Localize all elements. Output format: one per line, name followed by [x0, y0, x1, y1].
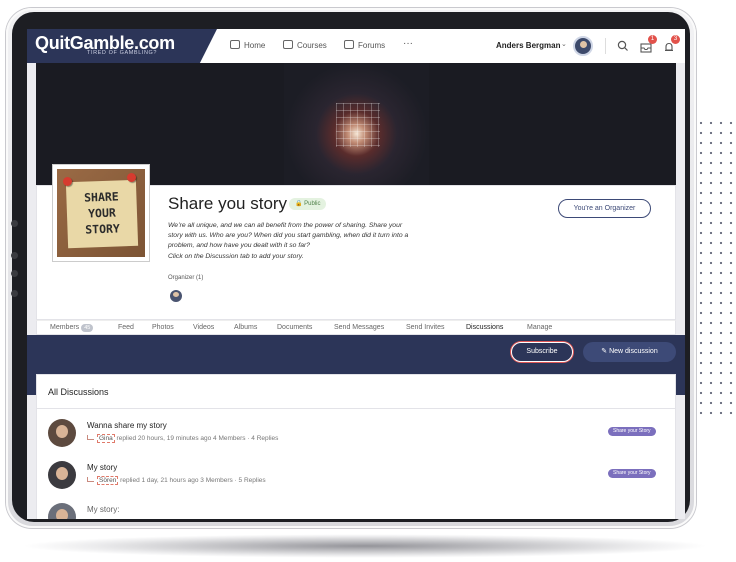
side-button-icon — [11, 220, 18, 227]
user-name[interactable]: Anders Bergman — [496, 41, 560, 50]
tab-videos[interactable]: Videos — [193, 324, 214, 331]
note-paper: SHARE YOUR STORY — [65, 179, 139, 249]
reply-icon — [87, 435, 94, 440]
home-icon — [230, 40, 240, 49]
tab-send-messages[interactable]: Send Messages — [334, 324, 384, 331]
chevron-down-icon[interactable]: ⌄ — [561, 40, 567, 48]
device-shadow — [20, 534, 710, 558]
discussions-header: All Discussions — [36, 374, 676, 409]
discussion-title[interactable]: Wanna share my story — [87, 421, 167, 430]
discussion-item[interactable]: Wanna share my story Gina replied 20 hou… — [37, 415, 677, 457]
description-line: story with us. Who are you? When did you… — [168, 232, 409, 240]
edit-icon: ✎ — [601, 348, 610, 355]
discussion-list: Wanna share my story Gina replied 20 hou… — [36, 409, 676, 519]
description-line: We’re all unique, and we can all benefit… — [168, 222, 403, 229]
notifications-button[interactable]: 3 — [663, 35, 680, 51]
discussion-title[interactable]: My story — [87, 463, 117, 472]
tab-manage[interactable]: Manage — [527, 324, 552, 331]
discussion-tag[interactable]: Share your Story — [608, 469, 656, 478]
tab-documents[interactable]: Documents — [277, 324, 312, 331]
discussion-title[interactable]: My story: — [87, 505, 119, 514]
tab-members[interactable]: Members 45 — [50, 324, 94, 332]
logo-area[interactable]: QuitGamble.com TIRED OF GAMBLING? — [27, 29, 217, 63]
side-button-icon — [11, 290, 18, 297]
tab-albums[interactable]: Albums — [234, 324, 257, 331]
tab-feed[interactable]: Feed — [118, 324, 134, 331]
reply-author[interactable]: Gina — [97, 434, 115, 443]
new-discussion-label: New discussion — [609, 348, 658, 355]
reply-details: replied 1 day, 21 hours ago 3 Members · … — [120, 477, 266, 484]
reply-author[interactable]: Sören — [97, 476, 119, 485]
nav-home-label: Home — [244, 41, 266, 50]
new-discussion-button[interactable]: ✎ New discussion — [583, 342, 676, 362]
organizer-button[interactable]: You're an Organizer — [558, 199, 651, 218]
site-header: QuitGamble.com TIRED OF GAMBLING? Home C… — [27, 29, 685, 63]
search-icon[interactable] — [617, 40, 629, 51]
courses-icon — [283, 40, 293, 49]
discussion-meta: Sören replied 1 day, 21 hours ago 3 Memb… — [87, 476, 266, 485]
site-tagline: TIRED OF GAMBLING? — [87, 50, 158, 56]
group-header: SHARE YOUR STORY Share you story 🔒 Publi… — [36, 164, 676, 320]
forums-icon — [344, 40, 354, 49]
nav-courses[interactable]: Courses — [283, 40, 327, 50]
header-divider — [605, 38, 606, 54]
nav-forums-label: Forums — [358, 41, 386, 50]
note-line: STORY — [84, 221, 121, 237]
tab-send-invites[interactable]: Send Invites — [406, 324, 445, 331]
tab-discussions[interactable]: Discussions — [466, 324, 503, 331]
nav-forums[interactable]: Forums — [344, 40, 385, 50]
messages-badge: 1 — [648, 35, 657, 44]
notifications-badge: 3 — [671, 35, 680, 44]
discussion-tag[interactable]: Share your Story — [608, 427, 656, 436]
discussion-avatar[interactable] — [48, 419, 76, 447]
cover-photo — [284, 63, 429, 185]
tab-members-label: Members — [50, 324, 80, 331]
corkboard-image: SHARE YOUR STORY — [57, 169, 145, 257]
privacy-label: Public — [304, 201, 321, 207]
side-button-icon — [11, 252, 18, 259]
group-tabs: Members 45 Feed Photos Videos Albums Docu… — [36, 320, 676, 335]
tab-photos[interactable]: Photos — [152, 324, 174, 331]
pushpin-icon — [127, 173, 136, 182]
organizer-avatar[interactable] — [170, 290, 182, 302]
screen: QuitGamble.com TIRED OF GAMBLING? Home C… — [27, 29, 685, 519]
discussion-avatar[interactable] — [48, 461, 76, 489]
reply-details: replied 20 hours, 19 minutes ago 4 Membe… — [116, 435, 279, 442]
discussion-avatar[interactable] — [48, 503, 76, 519]
group-avatar: SHARE YOUR STORY — [52, 164, 150, 262]
discussion-item[interactable]: My story: — [37, 499, 677, 519]
group-description: We’re all unique, and we can all benefit… — [168, 221, 468, 262]
nav-home[interactable]: Home — [230, 40, 265, 50]
pushpin-icon — [63, 177, 72, 186]
user-avatar[interactable] — [573, 36, 593, 56]
tablet-frame: QuitGamble.com TIRED OF GAMBLING? Home C… — [6, 8, 696, 528]
messages-button[interactable]: 1 — [640, 35, 657, 53]
description-line: Click on the Discussion tab to add your … — [168, 252, 304, 260]
side-button-icon — [11, 270, 18, 277]
discussion-meta: Gina replied 20 hours, 19 minutes ago 4 … — [87, 434, 279, 443]
privacy-badge: 🔒 Public — [289, 198, 327, 210]
reply-icon — [87, 477, 94, 482]
subscribe-button[interactable]: Subscribe — [511, 342, 573, 362]
group-title: Share you story — [168, 194, 288, 213]
discussion-item[interactable]: My story Sören replied 1 day, 21 hours a… — [37, 457, 677, 499]
nav-more-button[interactable]: ··· — [403, 38, 413, 49]
organizer-label: Organizer (1) — [168, 275, 204, 281]
nav-courses-label: Courses — [297, 41, 327, 50]
glowing-cubes-graphic — [336, 103, 380, 147]
description-line: problem, and how have you dealt with it … — [168, 242, 311, 250]
discussions-heading: All Discussions — [48, 387, 109, 397]
decorative-dot-grid — [696, 118, 736, 418]
members-count: 45 — [81, 324, 94, 332]
